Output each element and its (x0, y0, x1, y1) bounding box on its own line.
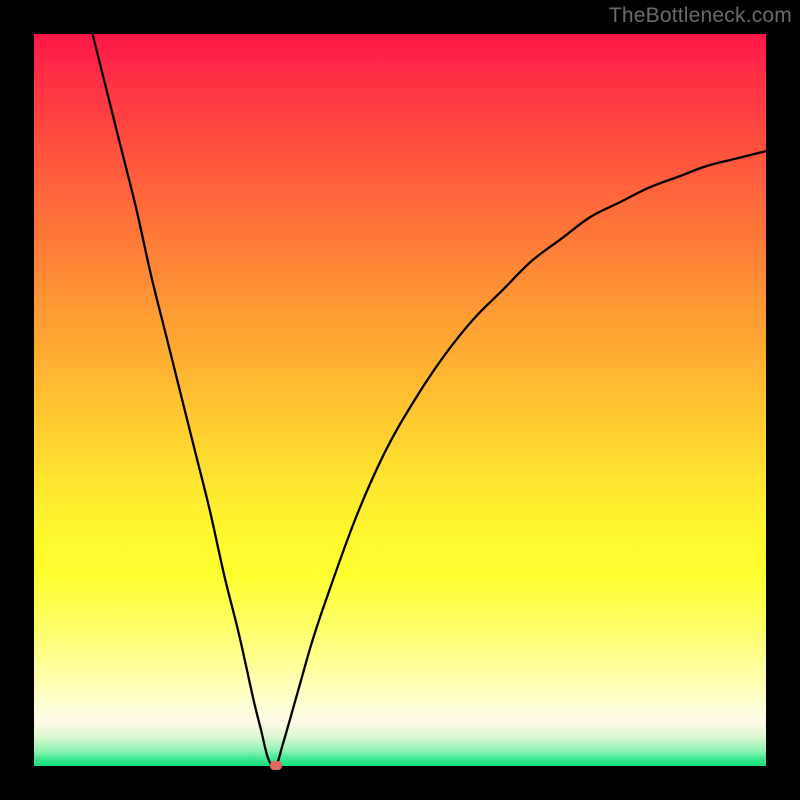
bottleneck-curve (34, 34, 766, 766)
chart-frame: TheBottleneck.com (0, 0, 800, 800)
minimum-marker (270, 761, 282, 770)
plot-area (34, 34, 766, 766)
watermark-text: TheBottleneck.com (609, 4, 792, 28)
